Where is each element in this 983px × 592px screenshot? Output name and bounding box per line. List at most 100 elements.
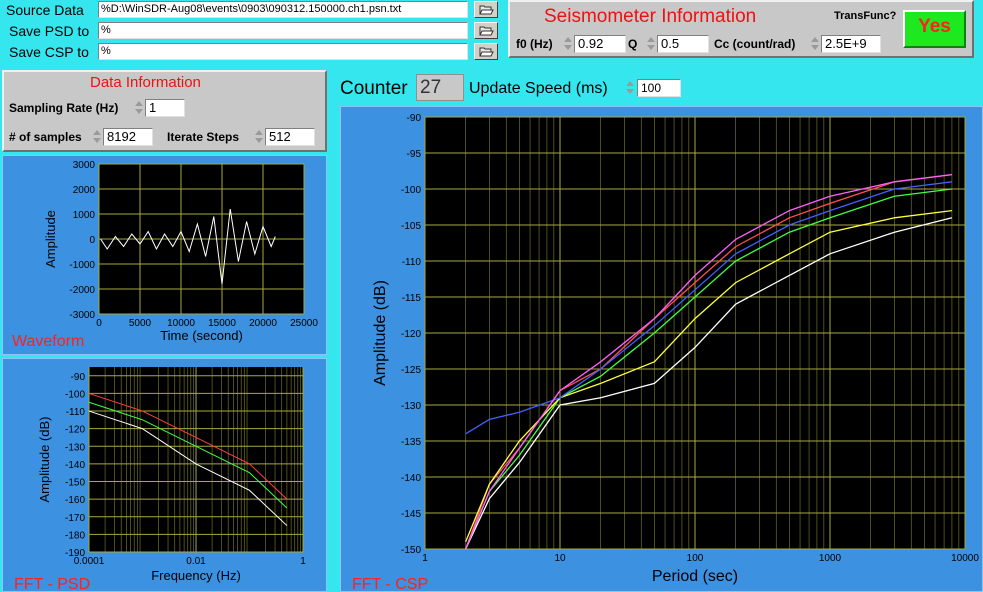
transfunc-toggle[interactable]: Yes: [903, 10, 966, 48]
y-tick-label: 0: [89, 235, 95, 246]
save-csp-label: Save CSP to: [9, 44, 89, 60]
x-tick-label: 20000: [249, 318, 277, 329]
y-axis-label: Amplitude (dB): [372, 280, 389, 386]
y-axis-label: Amplitude (dB): [37, 417, 52, 503]
y-tick-label: -90: [407, 113, 422, 124]
x-tick-label: 1: [422, 553, 428, 564]
samples-label: # of samples: [9, 130, 82, 144]
x-tick-label: 100: [687, 553, 704, 564]
y-tick-label: -100: [401, 185, 421, 196]
x-tick-label: 10: [554, 553, 566, 564]
update-speed-field[interactable]: 100: [637, 79, 681, 97]
q-label: Q: [628, 37, 638, 51]
psd-browse-button[interactable]: [474, 22, 498, 39]
y-tick-label: -170: [65, 513, 85, 524]
source-data-field[interactable]: %D:\WinSDR-Aug08\events\0903\090312.1500…: [98, 1, 468, 18]
y-tick-label: -130: [65, 442, 85, 453]
folder-open-icon: [479, 26, 494, 36]
y-tick-label: -2000: [69, 285, 95, 296]
x-tick-label: 0.01: [186, 556, 206, 567]
csp-panel: 1 10 100 1000 10000 -90 -95 -100 -105 -110 -115 -12…: [340, 106, 983, 592]
y-tick-label: -125: [401, 365, 421, 376]
sampling-rate-label: Sampling Rate (Hz): [9, 101, 119, 115]
y-tick-label: -180: [65, 530, 85, 541]
path-prefix-icon: %: [101, 24, 111, 36]
y-tick-label: 3000: [73, 160, 96, 171]
x-axis-label: Frequency (Hz): [151, 568, 241, 583]
y-tick-label: -130: [401, 401, 421, 412]
x-tick-label: 25000: [290, 318, 318, 329]
y-tick-label: 1000: [73, 210, 96, 221]
cc-label: Cc (count/rad): [714, 37, 796, 51]
folder-open-icon: [479, 47, 494, 57]
save-csp-field[interactable]: %: [98, 43, 468, 60]
psd-title: FFT - PSD: [14, 576, 91, 592]
y-tick-label: 2000: [73, 185, 96, 196]
waveform-title: Waveform: [12, 333, 85, 350]
y-tick-label: -140: [65, 460, 85, 471]
sampling-rate-spinner[interactable]: [134, 99, 144, 117]
x-tick-label: 10000: [951, 553, 979, 564]
y-tick-label: -95: [407, 149, 422, 160]
samples-spinner[interactable]: [92, 128, 102, 146]
csp-title: FFT - CSP: [352, 576, 429, 592]
y-tick-label: -90: [71, 372, 86, 383]
y-tick-label: -120: [65, 425, 85, 436]
f0-field[interactable]: 0.92: [574, 35, 626, 53]
y-tick-label: -115: [402, 293, 422, 304]
source-browse-button[interactable]: [474, 1, 498, 18]
csp-browse-button[interactable]: [474, 43, 498, 60]
counter-label: Counter: [340, 78, 408, 99]
x-tick-label: 1: [300, 556, 306, 567]
update-speed-spinner[interactable]: [625, 79, 635, 97]
data-info-title: Data Information: [90, 74, 201, 91]
y-tick-label: -105: [401, 221, 421, 232]
y-tick-label: -145: [401, 509, 421, 520]
x-tick-label: 0: [96, 318, 102, 329]
psd-chart: 0.0001 0.01 1-90-100-110-120-130-140-150-1…: [37, 367, 306, 583]
iterate-steps-field[interactable]: 512: [265, 128, 315, 146]
cc-spinner[interactable]: [810, 35, 820, 53]
iterate-steps-label: Iterate Steps: [167, 130, 240, 144]
path-prefix-icon: %: [101, 45, 111, 57]
y-tick-label: -135: [401, 437, 421, 448]
iterate-steps-spinner[interactable]: [254, 128, 264, 146]
y-tick-label: -110: [66, 407, 86, 418]
x-tick-label: 5000: [129, 318, 152, 329]
sampling-rate-field[interactable]: 1: [145, 99, 185, 117]
seismometer-title: Seismometer Information: [544, 6, 757, 27]
data-info-panel: Data Information Sampling Rate (Hz) 1 # …: [2, 70, 327, 152]
cc-field[interactable]: 2.5E+9: [821, 35, 881, 53]
y-tick-label: -160: [65, 495, 85, 506]
y-tick-label: -1000: [69, 260, 95, 271]
y-tick-label: -140: [401, 473, 421, 484]
update-speed-label: Update Speed (ms): [469, 80, 608, 97]
source-data-label: Source Data: [6, 2, 84, 18]
f0-spinner[interactable]: [563, 35, 573, 53]
save-psd-label: Save PSD to: [9, 23, 90, 39]
csp-chart: 1 10 100 1000 10000 -90 -95 -100 -105 -110 -115 -12…: [372, 113, 979, 585]
y-tick-label: -190: [65, 548, 85, 559]
transfunc-label: TransFunc?: [834, 10, 897, 22]
waveform-chart: 0 5000 10000 15000 20000 250003000200010000-1…: [43, 160, 318, 343]
f0-label: f0 (Hz): [516, 37, 553, 51]
y-axis-label: Amplitude: [43, 210, 58, 268]
x-axis-label: Time (second): [160, 328, 243, 343]
y-tick-label: -150: [401, 545, 421, 556]
path-prefix-icon: %: [101, 3, 111, 15]
x-tick-label: 1000: [819, 553, 842, 564]
folder-open-icon: [479, 5, 494, 15]
q-field[interactable]: 0.5: [657, 35, 709, 53]
x-axis-label: Period (sec): [652, 568, 738, 585]
psd-panel: 0.0001 0.01 1 -90 -100 -110 -120 -130 -140 -150 -1…: [2, 358, 327, 592]
y-tick-label: -100: [65, 389, 85, 400]
y-tick-label: -120: [401, 329, 421, 340]
source-data-value: D:\WinSDR-Aug08\events\0903\090312.15000…: [110, 3, 402, 15]
seismometer-panel: Seismometer Information TransFunc? Yes f…: [508, 0, 974, 58]
y-tick-label: -110: [402, 257, 422, 268]
waveform-panel: 0 5000 10000 15000 20000 25000 3000 2000 1000 0 -1…: [2, 155, 327, 355]
save-psd-field[interactable]: %: [98, 22, 468, 39]
q-spinner[interactable]: [646, 35, 656, 53]
samples-field[interactable]: 8192: [103, 128, 153, 146]
y-tick-label: -3000: [69, 310, 95, 321]
